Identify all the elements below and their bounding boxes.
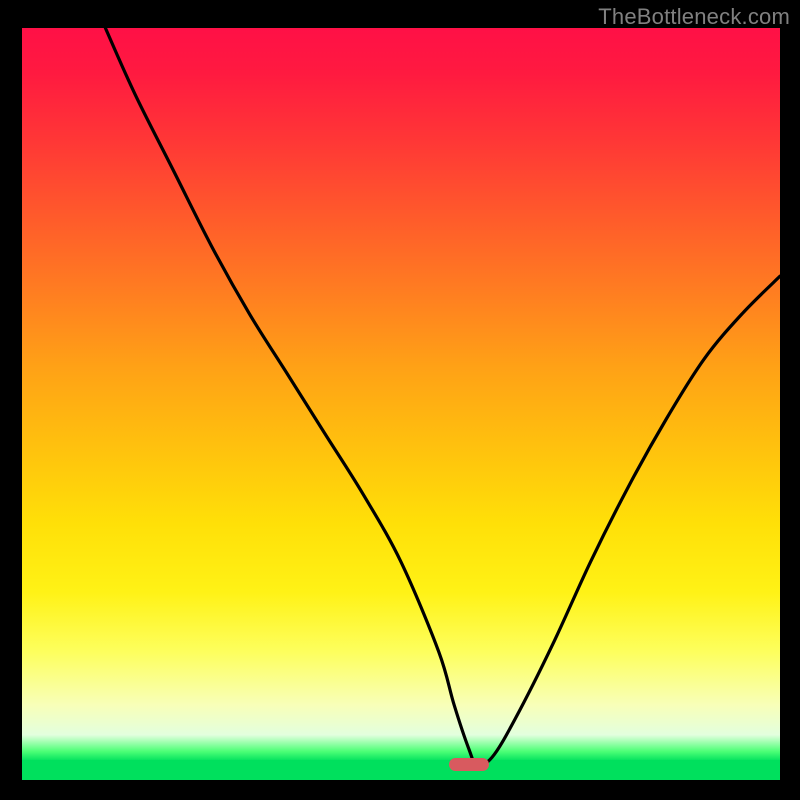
plot-area — [22, 28, 780, 780]
optimal-marker-icon — [449, 758, 489, 771]
bottleneck-chart: TheBottleneck.com — [0, 0, 800, 800]
watermark-text: TheBottleneck.com — [598, 4, 790, 30]
curve-svg — [22, 28, 780, 780]
bottleneck-curve-path — [105, 28, 780, 765]
